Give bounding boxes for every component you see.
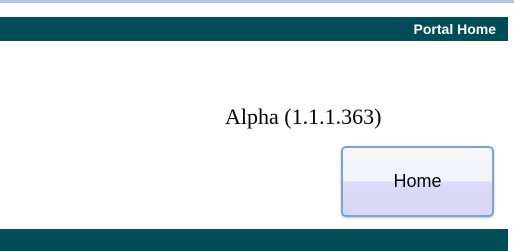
top-border-line [0,0,514,3]
version-label: Alpha (1.1.1.363) [225,104,382,129]
home-button[interactable]: Home [341,146,494,217]
portal-home-link[interactable]: Portal Home [414,20,496,38]
footer-bar [0,229,508,251]
header-bar: Portal Home [0,17,508,41]
home-button-label: Home [393,171,442,191]
